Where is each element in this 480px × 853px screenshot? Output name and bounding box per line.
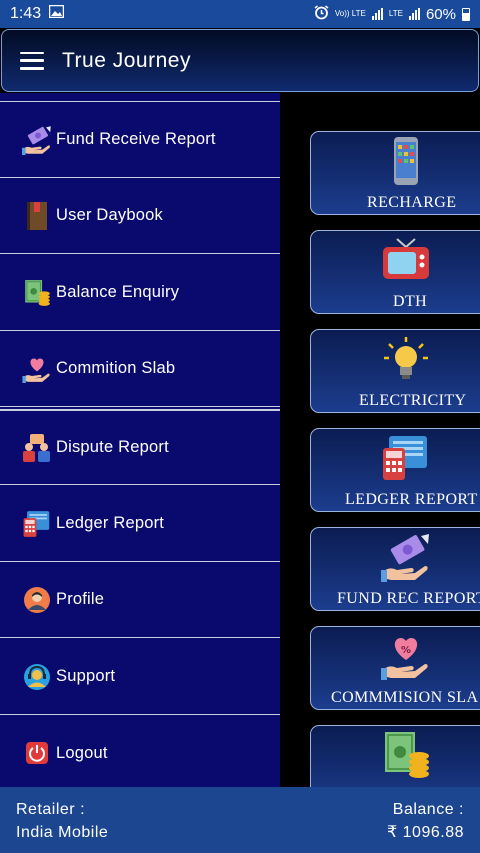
ledger-icon: [22, 508, 52, 540]
drawer-item-dispute-report[interactable]: Dispute Report: [0, 409, 280, 485]
commission-hand-icon: %: [380, 631, 432, 681]
drawer-item-label: Balance Enquiry: [56, 283, 180, 301]
retailer-name: India Mobile: [16, 824, 109, 841]
drawer-item-ledger-report[interactable]: Ledger Report: [0, 486, 280, 562]
tile-label: ELECTRICITY: [359, 392, 467, 409]
menu-icon[interactable]: [20, 51, 44, 70]
alarm-icon: [314, 4, 329, 24]
navigation-drawer: Fund Receive Report User Daybook Balance…: [0, 93, 280, 787]
commission-hand-icon: [22, 353, 52, 385]
drawer-item-label: User Daybook: [56, 206, 163, 224]
app-title: True Journey: [62, 48, 191, 72]
drawer-item-label: Commition Slab: [56, 359, 176, 377]
tile-label: DTH: [393, 293, 428, 310]
drawer-item-support[interactable]: Support: [0, 639, 280, 715]
gallery-notification-icon: [48, 4, 65, 23]
money-coins-icon: [22, 277, 52, 309]
tile-label: COMMMISION SLA: [331, 689, 479, 706]
tile-commission-slab[interactable]: % COMMMISION SLA: [310, 626, 480, 710]
drawer-item-label: Ledger Report: [56, 514, 165, 532]
dispute-people-icon: [22, 432, 52, 464]
drawer-item-commition-slab[interactable]: Commition Slab: [0, 331, 280, 407]
drawer-item-label: Profile: [56, 590, 105, 608]
drawer-item-label: Support: [56, 667, 116, 685]
money-coins-icon: [380, 730, 432, 780]
drawer-item-profile[interactable]: Profile: [0, 562, 280, 638]
light-bulb-icon: [380, 334, 432, 384]
status-bar: 1:43 Vo)) LTE LTE 60%: [0, 0, 480, 28]
drawer-item-label: Dispute Report: [56, 438, 169, 456]
ledger-icon: [380, 433, 432, 483]
battery-percent: 60%: [425, 5, 456, 23]
drawer-item-balance-enquiry[interactable]: Balance Enquiry: [0, 255, 280, 331]
tile-ledger-report[interactable]: LEDGER REPORT: [310, 428, 480, 512]
svg-text:%: %: [401, 645, 411, 656]
volte-indicator: Vo)) LTE: [334, 9, 366, 18]
drawer-item-user-daybook[interactable]: User Daybook: [0, 178, 280, 254]
tile-recharge[interactable]: RECHARGE: [310, 131, 480, 215]
status-time: 1:43: [10, 5, 42, 22]
retailer-label: Retailer :: [16, 801, 86, 818]
tile-fund-rec-report[interactable]: FUND REC REPORT: [310, 527, 480, 611]
balance-label: Balance :: [392, 801, 464, 818]
drawer-item-label: Logout: [56, 743, 108, 762]
power-icon: [22, 737, 52, 769]
app-bar: True Journey: [1, 29, 479, 92]
account-footer: Retailer : India Mobile Balance : ₹ 1096…: [0, 787, 480, 853]
drawer-item-logout[interactable]: Logout: [0, 715, 280, 791]
book-icon: [22, 200, 52, 232]
tile-dth[interactable]: DTH: [310, 230, 480, 314]
tile-label: RECHARGE: [367, 194, 457, 211]
lte-indicator: LTE: [388, 9, 403, 18]
drawer-item-fund-receive-report[interactable]: Fund Receive Report: [0, 102, 280, 178]
tile-label: LEDGER REPORT: [345, 491, 478, 508]
tile-electricity[interactable]: ELECTRICITY: [310, 329, 480, 413]
balance-value: ₹ 1096.88: [387, 824, 464, 841]
support-icon: [22, 661, 52, 693]
services-grid: RECHARGE DTH ELECTRICITY LEDGER REPORT F…: [280, 93, 480, 809]
tile-label: FUND REC REPORT: [337, 590, 480, 607]
mobile-phone-icon: [380, 136, 432, 186]
battery-icon: [462, 7, 470, 21]
fund-receive-icon: [380, 532, 432, 582]
fund-receive-icon: [22, 124, 52, 156]
signal-icon-2: [408, 8, 420, 20]
profile-icon: [22, 584, 52, 616]
signal-icon: [371, 8, 383, 20]
drawer-item-label: Fund Receive Report: [56, 130, 216, 148]
tv-icon: [380, 235, 432, 285]
